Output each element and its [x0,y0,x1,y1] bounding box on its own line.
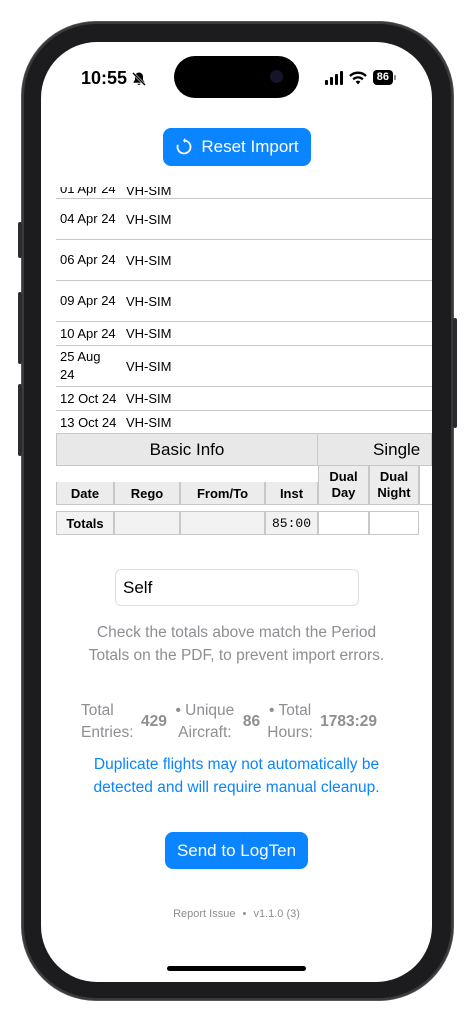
bell-muted-icon [132,71,146,86]
totals-rego [114,511,180,535]
totals-dual-day [318,511,369,535]
table-row[interactable]: 06 Apr 24 VH-SIM [56,240,432,281]
action-button [18,222,22,258]
column-header-dual-night: Dual Night [369,466,419,505]
column-header-rego: Rego [114,482,180,505]
screen: 10:55 86 Reset Import 01 Apr 24 VH-SIM 0… [41,42,432,982]
footer: Report Issue • v1.1.0 (3) [41,908,432,920]
volume-down-button [18,384,22,456]
column-header-inst: Inst [265,482,318,505]
table-row[interactable]: 09 Apr 24 VH-SIM [56,281,432,322]
report-issue-link[interactable]: Report Issue [173,908,235,920]
total-entries-value: 429 [141,713,167,730]
volume-up-button [18,292,22,364]
totals-grid[interactable]: Basic Info Single Date Rego From/To Inst… [56,433,432,535]
row-date: 25 Aug 24 [60,349,101,382]
status-time: 10:55 [81,68,147,89]
totals-dual-night [369,511,419,535]
reset-import-label: Reset Import [201,137,299,156]
row-rego: VH-SIM [126,211,172,227]
group-header-single: Single [318,433,432,466]
column-header-dual-day: Dual Day [318,466,369,505]
cellular-signal-icon [324,70,343,85]
refresh-icon [176,138,192,155]
row-date: 09 Apr 24 [60,293,116,308]
row-rego: VH-SIM [126,187,172,198]
row-date: 12 Oct 24 [60,390,117,406]
battery-tip [394,75,396,80]
totals-overflow [419,511,432,535]
row-date: 01 Apr 24 [60,187,116,196]
row-date: 10 Apr 24 [60,325,116,341]
unique-aircraft-value: 86 [242,713,261,730]
dynamic-island [174,56,299,98]
column-header-from-to: From/To [180,482,265,505]
home-indicator[interactable] [167,966,306,971]
totals-row: Totals 85:00 [56,511,432,535]
row-rego: VH-SIM [126,391,172,406]
wifi-icon [348,71,367,84]
table-row[interactable]: 12 Oct 24 VH-SIM [56,387,432,411]
import-stats: Total Entries: 429 • Unique Aircraft: 86… [81,700,401,744]
footer-separator: • [242,908,247,920]
row-date: 04 Apr 24 [60,211,116,226]
column-header-overflow [419,466,432,505]
row-date: 13 Oct 24 [60,414,117,430]
camera-icon [270,70,283,83]
table-row[interactable]: 01 Apr 24 VH-SIM [56,187,432,199]
totals-hint-text: Check the totals above match the Period … [88,624,385,664]
table-row[interactable]: 10 Apr 24 VH-SIM [56,322,432,346]
table-row[interactable]: 04 Apr 24 VH-SIM [56,199,432,240]
totals-from-to [180,511,265,535]
status-indicators: 86 [324,70,396,85]
column-header-date: Date [56,482,114,505]
send-to-logten-button[interactable]: Send to LogTen [165,832,308,869]
row-rego: VH-SIM [126,252,172,268]
total-hours-label: • Total Hours: [267,702,313,741]
battery-icon: 86 [372,70,393,85]
row-rego: VH-SIM [126,415,172,430]
unique-aircraft-label: • Unique Aircraft: [175,702,235,741]
total-entries-label: Total Entries: [81,702,134,741]
row-rego: VH-SIM [126,358,172,374]
total-hours-value: 1783:29 [320,713,378,730]
totals-label: Totals [56,511,114,535]
group-header-basic-info: Basic Info [56,433,318,466]
table-row[interactable]: 25 Aug 24 VH-SIM [56,346,432,387]
log-entries-list[interactable]: 01 Apr 24 VH-SIM 04 Apr 24 VH-SIM 06 Apr… [56,187,432,435]
row-rego: VH-SIM [126,326,172,341]
row-rego: VH-SIM [126,293,172,309]
version-label: v1.1.0 (3) [253,908,300,920]
totals-inst: 85:00 [265,511,318,535]
power-button [453,318,457,428]
reset-import-button[interactable]: Reset Import [163,128,311,166]
pilot-name-input[interactable] [115,569,359,606]
table-row[interactable]: 13 Oct 24 VH-SIM [56,411,432,435]
row-date: 06 Apr 24 [60,252,116,267]
duplicate-warning-text: Duplicate flights may not automatically … [93,756,380,796]
